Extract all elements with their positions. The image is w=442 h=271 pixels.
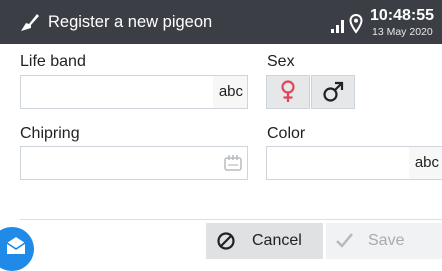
sex-female-button[interactable] bbox=[266, 75, 310, 109]
mail-fab-button[interactable] bbox=[0, 227, 34, 271]
page-title: Register a new pigeon bbox=[48, 13, 213, 31]
female-symbol-icon bbox=[281, 80, 295, 102]
color-keyboard-suffix[interactable]: abc bbox=[408, 147, 442, 179]
cancel-button-label[interactable]: Cancel bbox=[252, 232, 302, 250]
save-button-label[interactable]: Save bbox=[368, 232, 404, 250]
clock-time: 10:48:55 bbox=[370, 7, 435, 24]
signal-bars-icon bbox=[331, 20, 344, 33]
male-symbol-icon bbox=[323, 81, 344, 102]
life-band-input[interactable]: abc bbox=[20, 75, 248, 109]
color-input[interactable]: abc bbox=[266, 146, 442, 180]
clock-date: 13 May 2020 bbox=[372, 26, 433, 38]
location-pin-icon bbox=[349, 14, 363, 34]
pigeon-icon bbox=[21, 14, 39, 31]
mail-icon bbox=[6, 237, 26, 254]
sex-label: Sex bbox=[267, 53, 295, 70]
checkmark-icon bbox=[336, 233, 353, 248]
footer-divider bbox=[20, 219, 442, 220]
life-band-keyboard-suffix[interactable]: abc bbox=[212, 76, 247, 108]
nfc-scan-icon[interactable] bbox=[223, 154, 243, 172]
life-band-label: Life band bbox=[20, 53, 86, 70]
sex-male-button[interactable] bbox=[311, 75, 355, 109]
chipring-input[interactable] bbox=[20, 146, 248, 180]
chipring-label: Chipring bbox=[20, 125, 80, 142]
cancel-icon bbox=[217, 232, 235, 250]
color-label: Color bbox=[267, 125, 306, 142]
